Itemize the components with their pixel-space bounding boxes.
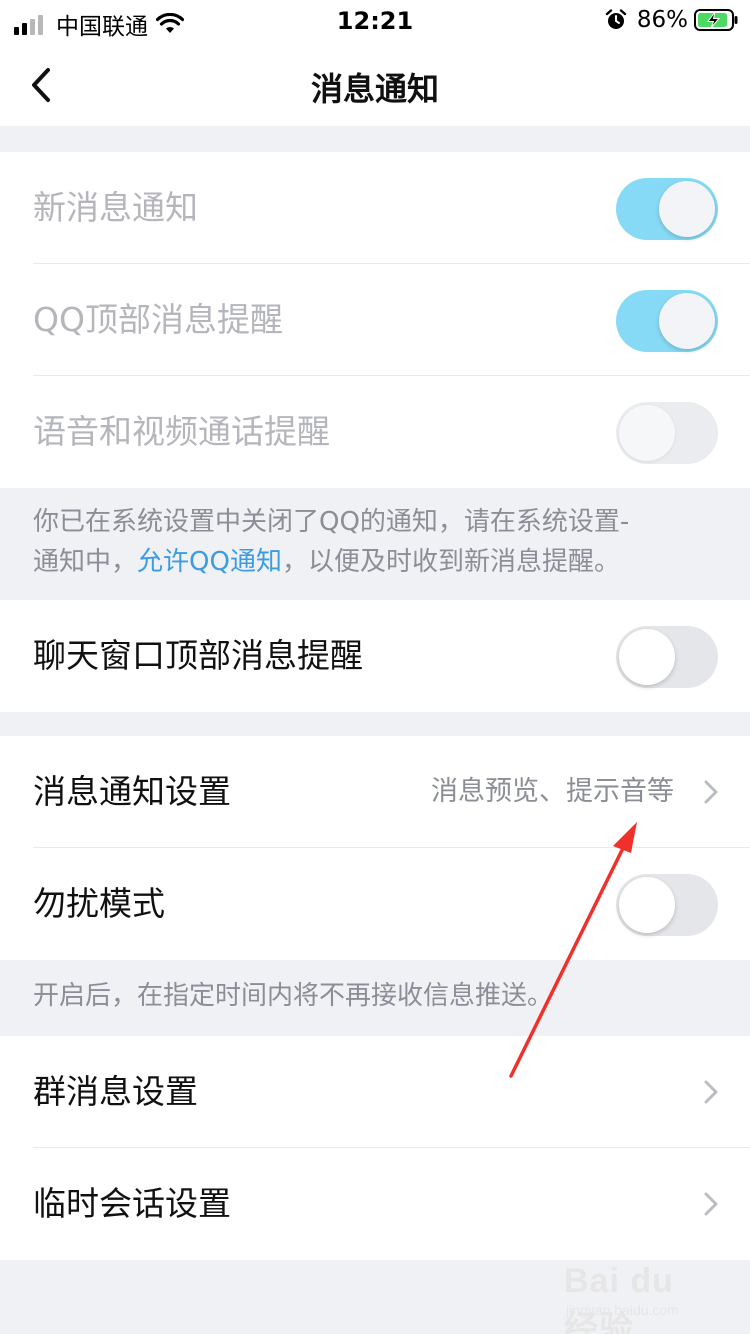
do-not-disturb-note: 开启后，在指定时间内将不再接收信息推送。: [33, 981, 554, 1011]
row-temporary-chat-settings[interactable]: 临时会话设置: [0, 1148, 750, 1260]
note-line-2: 通知中，允许QQ通知，以便及时收到新消息提醒。: [33, 542, 717, 582]
row-new-message-notification: 新消息通知: [0, 152, 750, 264]
do-not-disturb-toggle[interactable]: [616, 874, 718, 936]
toggle-knob: [659, 293, 715, 349]
row-label: 语音和视频通话提醒: [33, 412, 330, 451]
system-notification-group: 新消息通知 QQ顶部消息提醒 语音和视频通话提醒: [0, 152, 750, 488]
row-message-notification-settings[interactable]: 消息通知设置 消息预览、提示音等: [0, 736, 750, 848]
chevron-right-icon: [704, 780, 718, 804]
toggle-knob: [619, 405, 675, 461]
battery-percent: 86%: [636, 7, 688, 33]
status-bar: 中国联通 12:21 86%: [0, 0, 750, 44]
new-message-toggle[interactable]: [616, 178, 718, 240]
row-label: 新消息通知: [33, 188, 198, 227]
alarm-icon: [605, 9, 627, 29]
row-group-message-settings[interactable]: 群消息设置: [0, 1036, 750, 1148]
row-voice-video-call-reminder: 语音和视频通话提醒: [0, 376, 750, 488]
chevron-right-icon: [704, 1192, 718, 1216]
row-label: 勿扰模式: [33, 884, 165, 923]
row-label: 群消息设置: [33, 1072, 198, 1111]
note-line-1: 你已在系统设置中关闭了QQ的通知，请在系统设置-: [33, 507, 630, 537]
toggle-knob: [619, 629, 675, 685]
row-label: 消息通知设置: [33, 772, 231, 811]
qq-top-reminder-toggle[interactable]: [616, 290, 718, 352]
baidu-jingyan-watermark: Bai du 经验 jingyan.baidu.com: [564, 1262, 714, 1334]
toggle-knob: [619, 877, 675, 933]
row-qq-top-message-reminder: QQ顶部消息提醒: [0, 264, 750, 376]
row-label: 聊天窗口顶部消息提醒: [33, 636, 363, 675]
chevron-right-icon: [704, 1080, 718, 1104]
battery-charging-icon: [694, 9, 738, 31]
navigation-bar: 消息通知: [0, 44, 750, 126]
other-settings-group: 群消息设置 临时会话设置: [0, 1036, 750, 1260]
status-right: 86%: [605, 7, 738, 33]
row-label: QQ顶部消息提醒: [33, 300, 283, 339]
watermark-logo: Bai du 经验: [564, 1262, 674, 1334]
row-do-not-disturb: 勿扰模式: [0, 848, 750, 960]
watermark-url: jingyan.baidu.com: [566, 1302, 679, 1318]
allow-qq-notification-link[interactable]: 允许QQ通知: [137, 547, 282, 577]
notification-settings-group: 消息通知设置 消息预览、提示音等 勿扰模式: [0, 736, 750, 960]
row-chat-window-top-reminder: 聊天窗口顶部消息提醒: [0, 600, 750, 712]
chat-window-top-reminder-toggle[interactable]: [616, 626, 718, 688]
system-notification-note: 你已在系统设置中关闭了QQ的通知，请在系统设置- 通知中，允许QQ通知，以便及时…: [0, 502, 750, 582]
note-line-2-suffix: ，以便及时收到新消息提醒。: [281, 547, 620, 577]
note-line-2-prefix: 通知中，: [33, 547, 138, 577]
toggle-knob: [659, 181, 715, 237]
page-title: 消息通知: [310, 70, 439, 108]
row-value: 消息预览、提示音等: [431, 776, 674, 807]
row-label: 临时会话设置: [33, 1184, 231, 1223]
voice-video-call-toggle[interactable]: [616, 402, 718, 464]
chat-window-group: 聊天窗口顶部消息提醒: [0, 600, 750, 712]
